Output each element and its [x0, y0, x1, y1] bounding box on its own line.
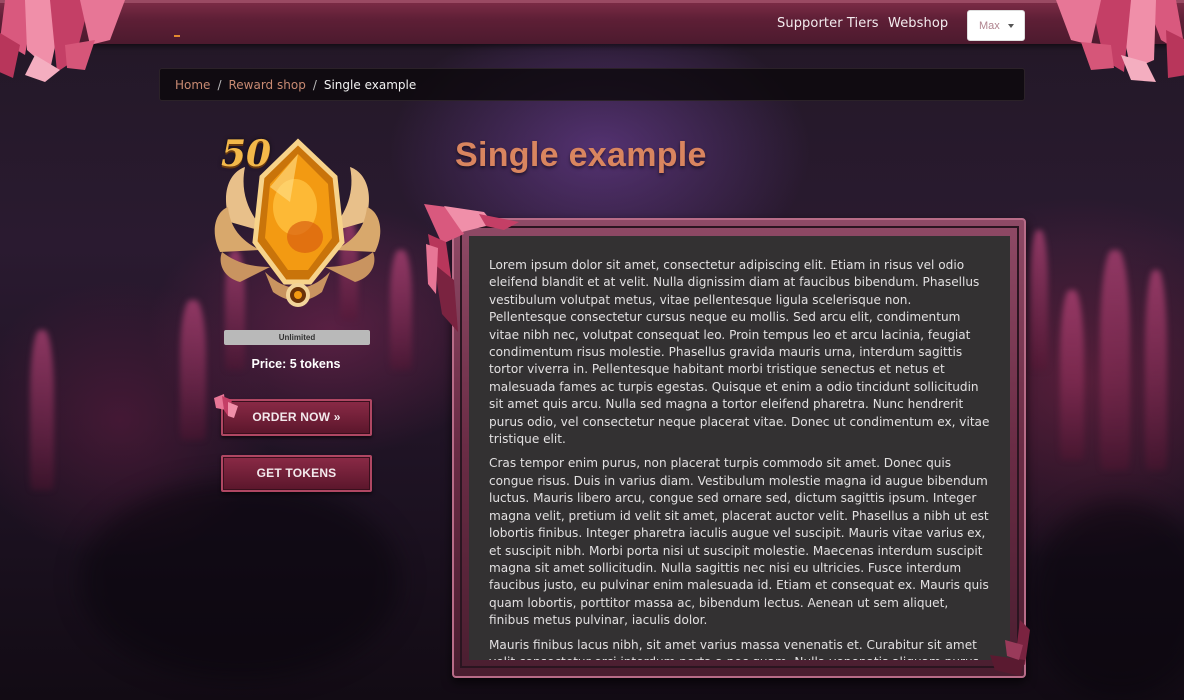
- order-now-button[interactable]: ORDER NOW »: [221, 399, 372, 436]
- user-menu-label: Max: [979, 19, 1000, 32]
- crystal-cluster-icon: [990, 620, 1030, 676]
- breadcrumb-home-link[interactable]: Home: [175, 78, 210, 92]
- content-paragraph: Mauris finibus lacus nibh, sit amet vari…: [489, 637, 979, 660]
- content-paragraph: Cras tempor enim purus, non placerat tur…: [489, 456, 989, 628]
- breadcrumb: Home / Reward shop / Single example: [159, 68, 1025, 101]
- nav-link-supporter-tiers[interactable]: Supporter Tiers: [777, 16, 879, 31]
- top-navbar: Supporter Tiers Webshop Max: [0, 0, 1184, 44]
- stock-status-badge: Unlimited: [224, 330, 370, 345]
- content-text-panel: Lorem ipsum dolor sit amet, consectetur …: [469, 236, 1010, 660]
- crystal-cluster-icon: [0, 0, 125, 82]
- nav-link-webshop[interactable]: Webshop: [888, 16, 948, 31]
- nav-accent-mark: [174, 35, 180, 37]
- crystal-cluster-icon: [214, 394, 238, 418]
- breadcrumb-separator: /: [312, 77, 317, 92]
- user-menu-dropdown[interactable]: Max: [967, 10, 1025, 41]
- breadcrumb-separator: /: [217, 77, 222, 92]
- dropdown-caret-icon: [1008, 24, 1014, 28]
- crystal-cluster-icon: [424, 204, 519, 332]
- price-label: Price: 5 tokens: [251, 357, 341, 371]
- reward-badge-number: 50: [221, 133, 272, 175]
- page-title: Single example: [455, 136, 707, 174]
- breadcrumb-current: Single example: [323, 77, 417, 92]
- crystal-cluster-icon: [1056, 0, 1184, 82]
- breadcrumb-reward-shop-link[interactable]: Reward shop: [228, 78, 305, 92]
- content-paragraph: Lorem ipsum dolor sit amet, consectetur …: [489, 258, 990, 447]
- get-tokens-button[interactable]: GET TOKENS: [221, 455, 372, 492]
